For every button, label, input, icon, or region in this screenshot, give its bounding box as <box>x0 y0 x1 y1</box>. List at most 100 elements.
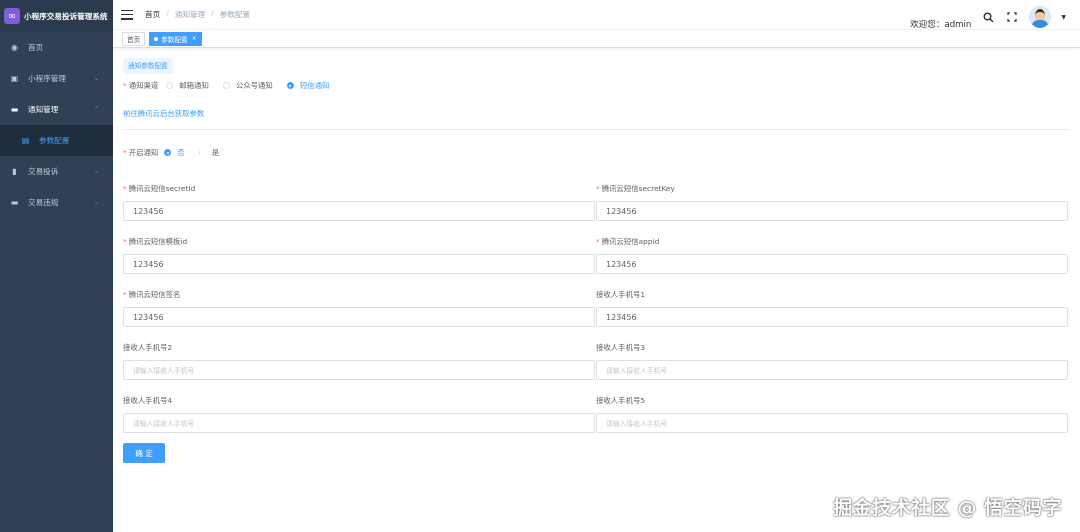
sidebar-item-label: 交易违规 <box>28 198 59 207</box>
caret-down-icon[interactable]: ▼ <box>1061 14 1066 21</box>
sidebar-item-complaints[interactable]: ▮ 交易投诉 ⌄ <box>0 156 113 187</box>
main-area: 首页 / 通知管理 / 参数配置 欢迎您：admin ▼ 首页 参数配置 × 通… <box>113 0 1080 532</box>
close-icon[interactable]: × <box>192 35 197 42</box>
field-label: 腾讯云短信secretId <box>128 184 196 193</box>
chevron-down-icon: ⌄ <box>93 75 99 82</box>
chevron-down-icon: ⌄ <box>93 168 99 175</box>
breadcrumb: 首页 / 通知管理 / 参数配置 <box>145 9 250 20</box>
field-phone2: 接收人手机号2 请输入接收人手机号 <box>123 342 595 380</box>
tags-view: 首页 参数配置 × <box>113 30 1080 48</box>
breadcrumb-separator: / <box>166 9 169 18</box>
radio-circle-icon <box>198 149 206 156</box>
confirm-button[interactable]: 确 定 <box>123 443 165 463</box>
fullscreen-icon[interactable] <box>1005 10 1019 24</box>
field-label: 接收人手机号4 <box>123 396 173 405</box>
watermark: 掘金技术社区 @ 悟空码字 <box>833 497 1062 519</box>
channel-label: 通知渠道 <box>128 81 159 90</box>
required-mark: * <box>596 184 600 193</box>
required-mark: * <box>123 81 127 90</box>
required-mark: * <box>596 237 600 246</box>
field-appid: * 腾讯云短信appid 123456 <box>596 236 1068 274</box>
radio-no[interactable]: 否 <box>164 147 185 158</box>
radio-email[interactable]: 邮箱通知 <box>166 80 209 91</box>
required-mark: * <box>123 184 127 193</box>
enable-label: 开启通知 <box>128 148 159 157</box>
field-label: 腾讯云短信模板id <box>128 237 188 246</box>
dashboard-icon: ◉ <box>11 43 18 52</box>
sidebar-item-label: 小程序管理 <box>28 74 66 83</box>
hamburger-icon[interactable] <box>121 9 133 20</box>
radio-label: 是 <box>211 148 220 157</box>
tag-home[interactable]: 首页 <box>122 31 146 46</box>
sidebar-item-miniprogram[interactable]: ▣ 小程序管理 ⌄ <box>0 63 113 94</box>
required-mark: * <box>123 237 127 246</box>
radio-official-account[interactable]: 公众号通知 <box>222 80 273 91</box>
secretid-input[interactable]: 123456 <box>123 201 595 221</box>
navbar: 首页 / 通知管理 / 参数配置 欢迎您：admin ▼ <box>113 0 1080 30</box>
app-title: 小程序交易投诉管理系统 <box>24 11 108 21</box>
radio-circle-icon <box>286 82 294 89</box>
logo-icon: ∞ <box>4 8 20 24</box>
field-templateid: * 腾讯云短信模板id 123456 <box>123 236 595 274</box>
phone2-input[interactable]: 请输入接收人手机号 <box>123 360 595 380</box>
radio-label: 否 <box>177 148 185 157</box>
field-secretid: * 腾讯云短信secretId 123456 <box>123 183 595 221</box>
radio-label: 邮箱通知 <box>179 81 209 90</box>
sidebar-item-notification[interactable]: ▬ 通知管理 ⌃ <box>0 94 113 125</box>
app-logo: ∞ 小程序交易投诉管理系统 <box>0 0 113 32</box>
radio-circle-icon <box>164 149 172 156</box>
required-mark: * <box>123 148 127 157</box>
appid-input[interactable]: 123456 <box>596 254 1068 274</box>
tab-notification-params[interactable]: 通知参数配置 <box>123 58 173 74</box>
book-icon: ▮ <box>12 167 17 176</box>
radio-label: 公众号通知 <box>235 81 273 90</box>
tencent-cloud-link[interactable]: 前往腾讯云后台获取参数 <box>123 109 204 118</box>
sidebar-item-home[interactable]: ◉ 首页 <box>0 32 113 63</box>
avatar[interactable] <box>1029 6 1052 28</box>
bus-icon: ▣ <box>10 74 19 83</box>
folder-icon: ▬ <box>10 198 19 207</box>
divider <box>123 129 1070 130</box>
notification-submenu: ▤ 参数配置 <box>0 125 113 156</box>
chevron-down-icon: ⌄ <box>93 199 99 206</box>
header-right-menu: 欢迎您：admin ▼ <box>910 4 1066 30</box>
secretkey-input[interactable]: 123456 <box>596 201 1068 221</box>
radio-circle-icon <box>166 82 174 89</box>
sidebar-item-violations[interactable]: ▬ 交易违规 ⌄ <box>0 187 113 218</box>
phone1-input[interactable]: 123456 <box>596 307 1068 327</box>
radio-sms[interactable]: 短信通知 <box>286 80 329 91</box>
field-phone5: 接收人手机号5 请输入接收人手机号 <box>596 395 1068 433</box>
sidebar-item-label: 通知管理 <box>28 105 59 114</box>
sidebar-item-label: 参数配置 <box>39 136 70 145</box>
sidebar-item-params[interactable]: ▤ 参数配置 <box>0 125 113 156</box>
document-icon: ▤ <box>21 136 30 145</box>
tag-params-config[interactable]: 参数配置 × <box>149 31 202 46</box>
link-row: 前往腾讯云后台获取参数 <box>123 108 1070 119</box>
sidebar-item-label: 交易投诉 <box>28 167 59 176</box>
field-label: 腾讯云短信secretKey <box>601 184 675 193</box>
phone4-input[interactable]: 请输入接收人手机号 <box>123 413 595 433</box>
search-icon[interactable] <box>981 10 995 24</box>
templateid-input[interactable]: 123456 <box>123 254 595 274</box>
field-secretkey: * 腾讯云短信secretKey 123456 <box>596 183 1068 221</box>
chevron-up-icon: ⌃ <box>93 106 99 113</box>
radio-yes[interactable]: 是 <box>198 147 220 158</box>
field-label: 接收人手机号3 <box>596 343 646 352</box>
phone3-input[interactable]: 请输入接收人手机号 <box>596 360 1068 380</box>
radio-circle-icon <box>222 82 230 89</box>
content: 通知参数配置 * 通知渠道 邮箱通知 公众号通知 短信通知 前往腾讯云后台获取参… <box>123 58 1070 463</box>
field-phone3: 接收人手机号3 请输入接收人手机号 <box>596 342 1068 380</box>
phone5-input[interactable]: 请输入接收人手机号 <box>596 413 1068 433</box>
field-label: 腾讯云短信appid <box>601 237 660 246</box>
field-label: 腾讯云短信签名 <box>128 290 181 299</box>
field-label: 接收人手机号1 <box>596 290 646 299</box>
message-icon: ▬ <box>10 105 19 114</box>
breadcrumb-home[interactable]: 首页 <box>145 9 160 20</box>
channel-row: * 通知渠道 邮箱通知 公众号通知 短信通知 <box>123 80 1070 91</box>
required-mark: * <box>123 290 127 299</box>
field-sign: * 腾讯云短信签名 123456 <box>123 289 595 327</box>
breadcrumb-notification: 通知管理 <box>174 10 206 19</box>
sign-input[interactable]: 123456 <box>123 307 595 327</box>
field-phone1: 接收人手机号1 123456 <box>596 289 1068 327</box>
enable-row: * 开启通知 否 是 <box>123 147 1070 158</box>
